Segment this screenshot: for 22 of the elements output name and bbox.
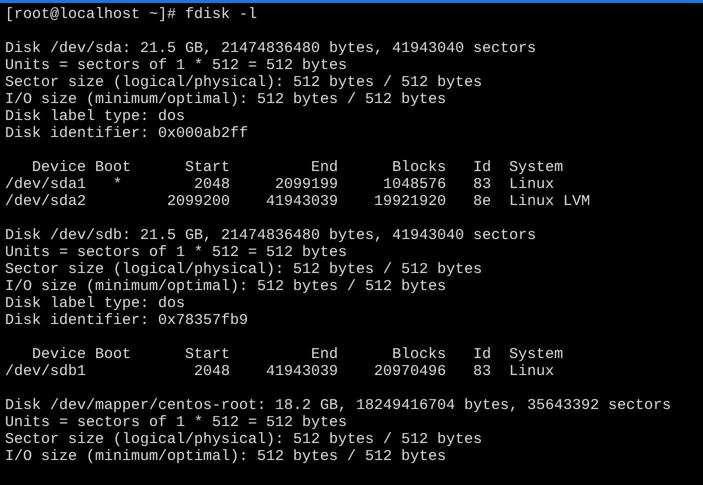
terminal-line: Disk label type: dos	[5, 108, 186, 125]
terminal-line: Disk identifier: 0x78357fb9	[5, 312, 248, 329]
terminal-line: /dev/sda2 2099200 41943039 19921920 8e Linux LVM	[5, 193, 590, 210]
terminal-line: Disk /dev/sda: 21.5 GB, 21474836480 bytes, 41943040 sectors	[5, 40, 536, 57]
terminal-line: Sector size (logical/physical): 512 bytes / 512 bytes	[5, 431, 482, 448]
terminal-line: Device Boot Start End Blocks Id System	[31, 159, 564, 176]
terminal-line: Disk /dev/mapper/centos-root: 18.2 GB, 18249416704 bytes, 35643392 sectors	[5, 397, 672, 414]
terminal-line: Disk label type: dos	[5, 295, 186, 312]
terminal-line: [root@localhost ~]# fdisk -l	[5, 6, 258, 23]
terminal-line: Units = sectors of 1 * 512 = 512 bytes	[5, 414, 348, 431]
terminal-line: Disk identifier: 0x000ab2ff	[5, 125, 248, 142]
terminal-line: I/O size (minimum/optimal): 512 bytes / 512 bytes	[5, 91, 446, 108]
terminal-line: /dev/sda1 * 2048 2099199 1048576 83 Linux	[5, 176, 554, 193]
terminal-line: Units = sectors of 1 * 512 = 512 bytes	[5, 244, 348, 261]
terminal-line: I/O size (minimum/optimal): 512 bytes / 512 bytes	[5, 278, 446, 295]
terminal-line: I/O size (minimum/optimal): 512 bytes / 512 bytes	[5, 448, 446, 465]
terminal-line: Sector size (logical/physical): 512 bytes / 512 bytes	[5, 261, 482, 278]
terminal-line: /dev/sdb1 2048 41943039 20970496 83 Linux	[5, 363, 554, 380]
terminal-line: Disk /dev/sdb: 21.5 GB, 21474836480 bytes, 41943040 sectors	[5, 227, 536, 244]
terminal-line: Units = sectors of 1 * 512 = 512 bytes	[5, 57, 348, 74]
terminal-line: Device Boot Start End Blocks Id System	[31, 346, 564, 363]
terminal-line: Sector size (logical/physical): 512 bytes / 512 bytes	[5, 74, 482, 91]
